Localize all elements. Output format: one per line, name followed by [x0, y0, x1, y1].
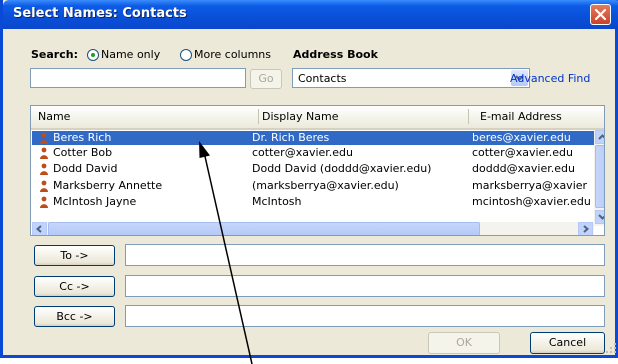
annotation-arrow — [199, 141, 253, 364]
